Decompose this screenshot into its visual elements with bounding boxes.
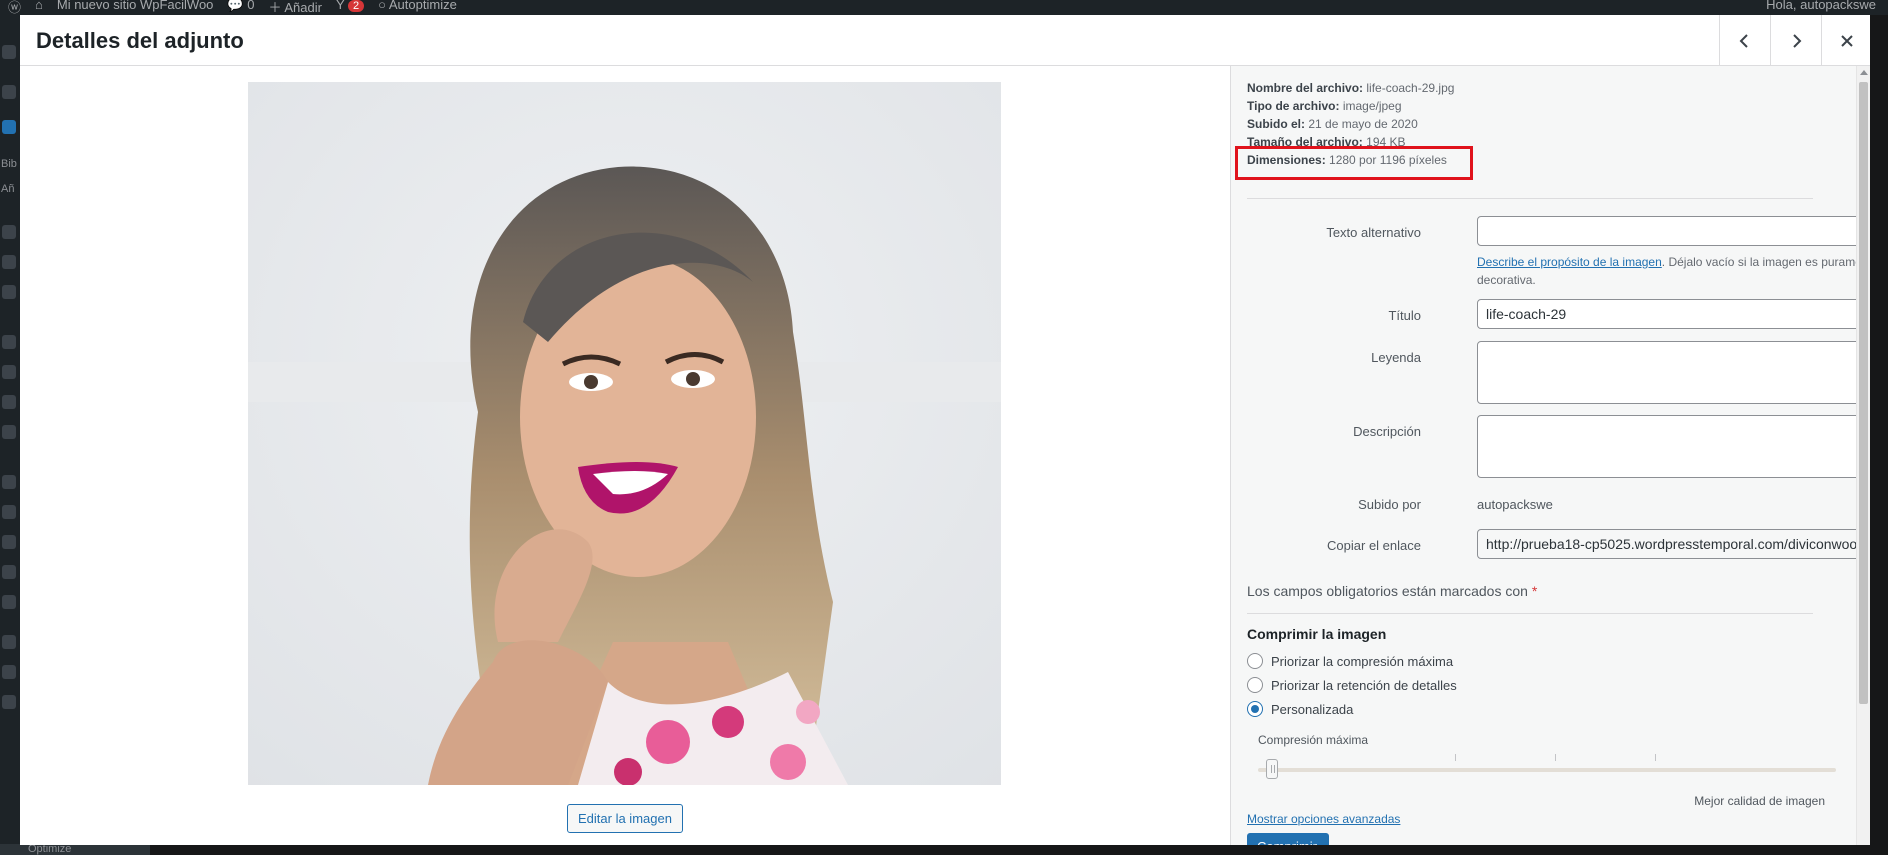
slider-tick: [1455, 754, 1456, 761]
woocommerce-icon[interactable]: [2, 335, 16, 349]
required-star: *: [1531, 583, 1538, 599]
attachment-details-modal: Detalles del adjunto Editar la imagen No…: [20, 15, 1870, 845]
caption-textarea[interactable]: [1477, 341, 1868, 404]
radio-label: Priorizar la retención de detalles: [1271, 677, 1457, 693]
menu-add-text[interactable]: Añ: [1, 183, 14, 195]
menu-library-text[interactable]: Bib: [1, 158, 17, 170]
site-name-link[interactable]: Mi nuevo sitio WpFacilWoo: [57, 0, 214, 15]
user-greeting[interactable]: Hola, autopackswe: [1766, 0, 1876, 12]
compress-button[interactable]: Comprimir: [1247, 833, 1329, 845]
caption-label: Leyenda: [1371, 350, 1421, 365]
filename-value: life-coach-29.jpg: [1366, 81, 1455, 95]
yoast-icon[interactable]: Y 2: [336, 0, 365, 15]
add-new-link[interactable]: ＋ Añadir: [268, 0, 321, 15]
users-icon[interactable]: [2, 535, 16, 549]
appearance-icon[interactable]: [2, 475, 16, 489]
slider-tick: [1555, 754, 1556, 761]
comments-icon[interactable]: 💬 0: [227, 0, 254, 15]
add-new-label: Añadir: [284, 0, 322, 15]
seo-icon[interactable]: [2, 635, 16, 649]
title-input[interactable]: [1477, 299, 1868, 329]
alt-text-label: Texto alternativo: [1326, 225, 1421, 240]
products-icon[interactable]: [2, 365, 16, 379]
comments-menu-icon[interactable]: [2, 255, 16, 269]
pages-icon[interactable]: [2, 225, 16, 239]
attachment-image: [248, 82, 1001, 785]
posts-icon[interactable]: [2, 85, 16, 99]
close-icon: [1841, 34, 1853, 47]
filename-label: Nombre del archivo:: [1247, 81, 1364, 95]
radio-button[interactable]: [1247, 677, 1263, 693]
analytics-icon[interactable]: [2, 395, 16, 409]
admin-menu: Bib Añ: [0, 15, 20, 855]
plugins-icon[interactable]: [2, 505, 16, 519]
media-icon[interactable]: [2, 120, 16, 134]
updates-badge: 2: [348, 0, 365, 12]
scroll-up-arrow-icon[interactable]: [1860, 70, 1868, 75]
description-label: Descripción: [1353, 424, 1421, 439]
description-textarea[interactable]: [1477, 415, 1868, 478]
divider: [1247, 198, 1813, 199]
slider-min-label: Compresión máxima: [1258, 733, 1369, 747]
radio-label: Priorizar la compresión máxima: [1271, 653, 1454, 669]
previous-attachment-button[interactable]: [1719, 15, 1770, 66]
marketing-icon[interactable]: [2, 425, 16, 439]
radio-button[interactable]: [1247, 653, 1263, 669]
filetype-label: Tipo de archivo:: [1247, 99, 1340, 113]
divi-icon[interactable]: [2, 665, 16, 679]
sidebar-scrollbar[interactable]: [1856, 66, 1870, 845]
filename-row: Nombre del archivo: life-coach-29.jpg: [1247, 79, 1454, 97]
filetype-row: Tipo de archivo: image/jpeg: [1247, 97, 1454, 115]
cache-icon[interactable]: [2, 695, 16, 709]
autoptimize-label: Autoptimize: [388, 0, 457, 12]
radio-max-compression[interactable]: Priorizar la compresión máxima: [1247, 653, 1453, 669]
modal-header: Detalles del adjunto: [20, 15, 1870, 66]
alt-text-help-link[interactable]: Describe el propósito de la imagen: [1477, 255, 1662, 269]
uploaded-row: Subido el: 21 de mayo de 2020: [1247, 115, 1454, 133]
home-icon: ⌂: [35, 0, 43, 12]
compress-section-title: Comprimir la imagen: [1247, 626, 1387, 642]
copy-link-label: Copiar el enlace: [1327, 538, 1421, 553]
page-title: Detalles del adjunto: [36, 28, 244, 53]
required-note-text: Los campos obligatorios están marcados c…: [1247, 583, 1528, 599]
title-label: Título: [1388, 308, 1421, 323]
chevron-right-icon: [1793, 33, 1802, 48]
comments-count: 0: [247, 0, 255, 12]
attachment-info-sidebar: Nombre del archivo: life-coach-29.jpg Ti…: [1230, 66, 1870, 845]
alt-text-input[interactable]: [1477, 216, 1868, 246]
dashboard-icon[interactable]: [2, 45, 16, 59]
required-fields-note: Los campos obligatorios están marcados c…: [1247, 583, 1537, 599]
footer-optimize: Optimize: [0, 844, 150, 855]
autoptimize-link[interactable]: ○ Autoptimize: [378, 0, 457, 15]
scrollbar-thumb[interactable]: [1859, 82, 1868, 704]
uploaded-by-value: autopackswe: [1477, 497, 1553, 512]
divider: [1247, 613, 1813, 614]
compression-slider-handle[interactable]: [1266, 759, 1278, 779]
alt-text-help: Describe el propósito de la imagen. Déja…: [1477, 253, 1870, 289]
edit-image-button[interactable]: Editar la imagen: [567, 804, 683, 833]
dimensions-highlight-box: [1235, 146, 1473, 180]
close-button[interactable]: [1821, 15, 1870, 66]
admin-bar: ⓦ ⌂ Mi nuevo sitio WpFacilWoo 💬 0 ＋ Añad…: [0, 0, 1888, 15]
chevron-left-icon: [1739, 33, 1748, 48]
radio-custom[interactable]: Personalizada: [1247, 701, 1353, 717]
slider-tick: [1655, 754, 1656, 761]
radio-label: Personalizada: [1271, 701, 1354, 717]
image-preview-area: Editar la imagen: [20, 66, 1230, 845]
settings-icon[interactable]: [2, 595, 16, 609]
next-attachment-button[interactable]: [1770, 15, 1821, 66]
slider-max-label: Mejor calidad de imagen: [1694, 794, 1825, 808]
radio-button-checked[interactable]: [1247, 701, 1263, 717]
copy-link-input[interactable]: http://prueba18-cp5025.wordpresstemporal…: [1477, 529, 1868, 559]
uploaded-by-label: Subido por: [1358, 497, 1421, 512]
radio-detail-retention[interactable]: Priorizar la retención de detalles: [1247, 677, 1457, 693]
compression-slider-track[interactable]: [1258, 768, 1836, 772]
advanced-options-link[interactable]: Mostrar opciones avanzadas: [1247, 812, 1400, 826]
filetype-value: image/jpeg: [1342, 99, 1402, 113]
plugin-icon[interactable]: [2, 285, 16, 299]
uploaded-value: 21 de mayo de 2020: [1308, 117, 1418, 131]
tools-icon[interactable]: [2, 565, 16, 579]
wordpress-logo-icon[interactable]: ⓦ: [8, 0, 21, 15]
uploaded-label: Subido el:: [1247, 117, 1305, 131]
